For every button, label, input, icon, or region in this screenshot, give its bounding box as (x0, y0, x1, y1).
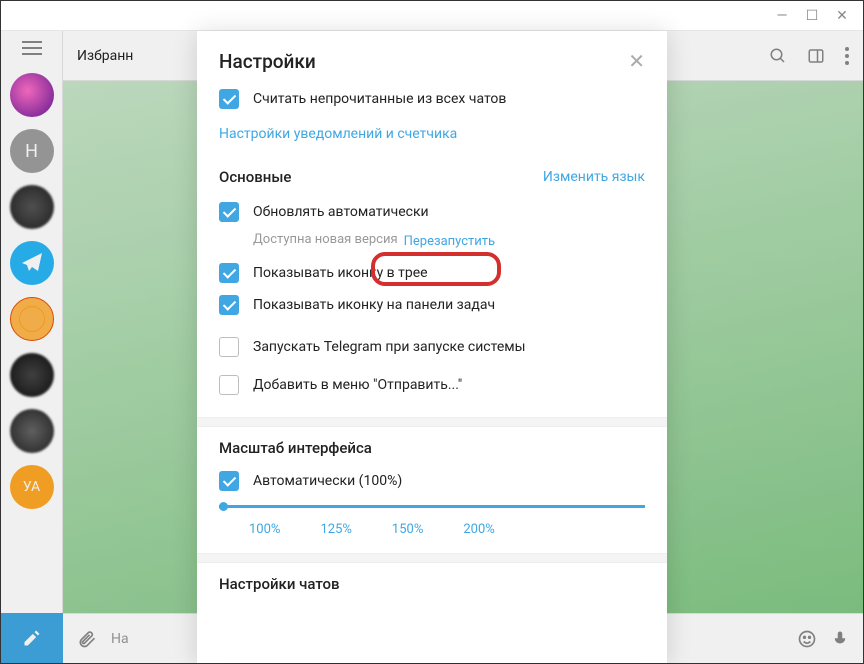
window-minimize-button[interactable]: — (767, 4, 797, 28)
checkbox-row[interactable]: Показывать иконку в трее (219, 257, 645, 289)
modal-overlay: Настройки ✕ Считать непрочитанные из все… (1, 31, 863, 663)
checkbox-tray-icon[interactable] (219, 263, 239, 283)
window-close-button[interactable]: ✕ (827, 4, 857, 28)
checkbox-label: Показывать иконку в трее (253, 265, 428, 281)
scale-option[interactable]: 100% (249, 522, 280, 537)
window-titlebar: — ☐ ✕ (1, 1, 863, 31)
checkbox-label: Добавить в меню "Отправить..." (253, 377, 462, 393)
checkbox-sendto-menu[interactable] (219, 375, 239, 395)
restart-link[interactable]: Перезапустить (404, 234, 495, 249)
checkbox-label: Запускать Telegram при запуске системы (253, 339, 526, 355)
notifications-settings-link[interactable]: Настройки уведомлений и счетчика (219, 126, 457, 142)
section-scale-title: Масштаб интерфейса (219, 439, 645, 457)
section-general-title: Основные (219, 168, 291, 186)
checkbox-row[interactable]: Обновлять автоматически (219, 196, 645, 228)
checkbox-label: Показывать иконку на панели задач (253, 297, 495, 313)
checkbox-label: Обновлять автоматически (253, 204, 429, 220)
scale-slider[interactable] (219, 505, 645, 508)
checkbox-row[interactable]: Считать непрочитанные из всех чатов (219, 83, 645, 115)
checkbox-label: Автоматически (100%) (253, 473, 402, 489)
checkbox-row[interactable]: Показывать иконку на панели задач (219, 289, 645, 321)
checkbox-scale-auto[interactable] (219, 471, 239, 491)
new-version-text: Доступна новая версия (253, 232, 398, 247)
settings-modal: Настройки ✕ Считать непрочитанные из все… (197, 31, 667, 663)
checkbox-row[interactable]: Автоматически (100%) (219, 465, 645, 497)
window-maximize-button[interactable]: ☐ (797, 4, 827, 28)
section-chats-title: Настройки чатов (219, 575, 645, 593)
checkbox-row[interactable]: Запускать Telegram при запуске системы (219, 331, 645, 363)
checkbox-row[interactable]: Добавить в меню "Отправить..." (219, 369, 645, 401)
checkbox-auto-update[interactable] (219, 202, 239, 222)
checkbox-taskbar-icon[interactable] (219, 295, 239, 315)
change-language-link[interactable]: Изменить язык (543, 169, 645, 185)
checkbox-autostart[interactable] (219, 337, 239, 357)
scale-option[interactable]: 200% (463, 522, 494, 537)
modal-title: Настройки (219, 50, 628, 73)
scale-option[interactable]: 150% (392, 522, 423, 537)
scale-option[interactable]: 125% (320, 522, 351, 537)
close-icon[interactable]: ✕ (628, 49, 645, 73)
checkbox-unread-all[interactable] (219, 89, 239, 109)
checkbox-label: Считать непрочитанные из всех чатов (253, 91, 506, 107)
